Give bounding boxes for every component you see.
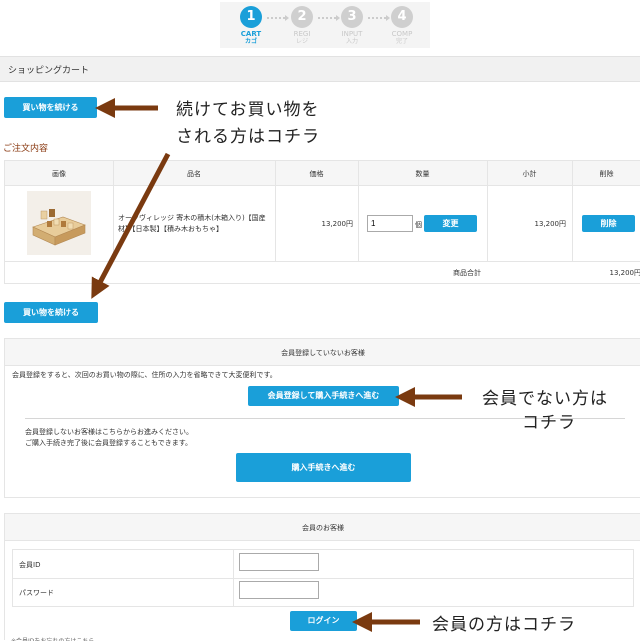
annotation-arrows — [91, 98, 462, 632]
arrow-to-continue-bottom — [91, 152, 171, 299]
annotation-member: 会員の方はコチラ — [432, 615, 576, 635]
annotation-guest-line1: 会員でない方は — [482, 389, 608, 409]
annotation-guest-line2: コチラ — [522, 413, 576, 433]
annotation-continue-line2: される方はコチラ — [176, 127, 320, 147]
annotation-continue-line1: 続けてお買い物を — [176, 100, 320, 120]
